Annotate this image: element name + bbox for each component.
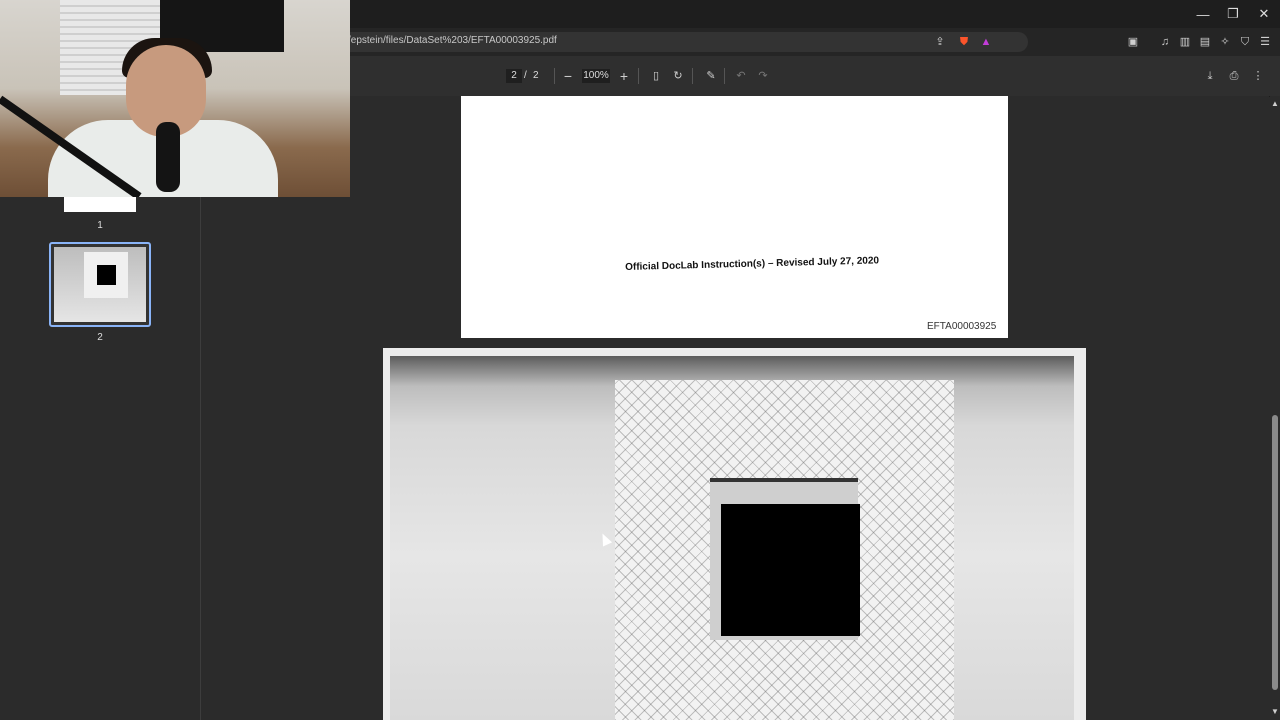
sidebar-icon[interactable]: ▥: [1177, 34, 1193, 50]
download-icon[interactable]: ⤓: [1202, 68, 1218, 84]
leo-ai-icon[interactable]: ✧: [1217, 34, 1233, 50]
toolbar-divider: [554, 68, 555, 84]
total-pages: 2: [533, 70, 539, 81]
pdf-page-1: [461, 96, 1008, 338]
wallet-icon[interactable]: ▤: [1197, 34, 1213, 50]
zoom-out-button[interactable]: −: [560, 68, 576, 84]
brave-shield-icon[interactable]: ⛊: [956, 34, 972, 50]
restore-button[interactable]: ❐: [1218, 0, 1248, 28]
close-window-button[interactable]: ✕: [1249, 0, 1279, 28]
share-icon[interactable]: ⇪: [932, 34, 948, 50]
microphone: [156, 122, 180, 192]
scroll-down-arrow-icon[interactable]: ▼: [1267, 704, 1280, 720]
fit-page-icon[interactable]: ▯: [648, 68, 664, 84]
redaction-box: [721, 504, 860, 636]
webcam-overlay: [0, 0, 350, 197]
screenshot-icon[interactable]: ▣: [1125, 34, 1141, 50]
toolbar-divider: [692, 68, 693, 84]
zoom-in-button[interactable]: +: [616, 68, 632, 84]
thumbnail-redaction: [97, 265, 116, 285]
page-number-input[interactable]: 2: [506, 69, 522, 83]
scrollbar-thumb[interactable]: [1272, 415, 1278, 690]
undo-icon[interactable]: ↶: [733, 68, 749, 84]
document-id: EFTA00003925: [927, 321, 997, 332]
menu-icon[interactable]: ☰: [1257, 34, 1273, 50]
print-icon[interactable]: ⎙: [1226, 68, 1242, 84]
thumbnail-label: 1: [97, 220, 103, 231]
thumbnail-page-1[interactable]: [64, 197, 136, 212]
minimize-button[interactable]: —: [1188, 0, 1218, 28]
zoom-input[interactable]: 100%: [582, 69, 610, 83]
toolbar-divider: [724, 68, 725, 84]
rotate-icon[interactable]: ↻: [670, 68, 686, 84]
thumbnail-label: 2: [97, 332, 103, 343]
annotate-icon[interactable]: ✎: [703, 68, 719, 84]
rewards-icon[interactable]: ▲: [978, 34, 994, 50]
media-icon[interactable]: ♫: [1157, 34, 1173, 50]
page-separator: /: [524, 70, 527, 81]
redo-icon[interactable]: ↷: [755, 68, 771, 84]
more-icon[interactable]: ⋮: [1250, 68, 1266, 84]
url-text[interactable]: /epstein/files/DataSet%203/EFTA00003925.…: [348, 35, 557, 46]
vpn-icon[interactable]: ⛉: [1237, 34, 1253, 50]
scroll-up-arrow-icon[interactable]: ▲: [1267, 96, 1280, 112]
toolbar-divider: [638, 68, 639, 84]
